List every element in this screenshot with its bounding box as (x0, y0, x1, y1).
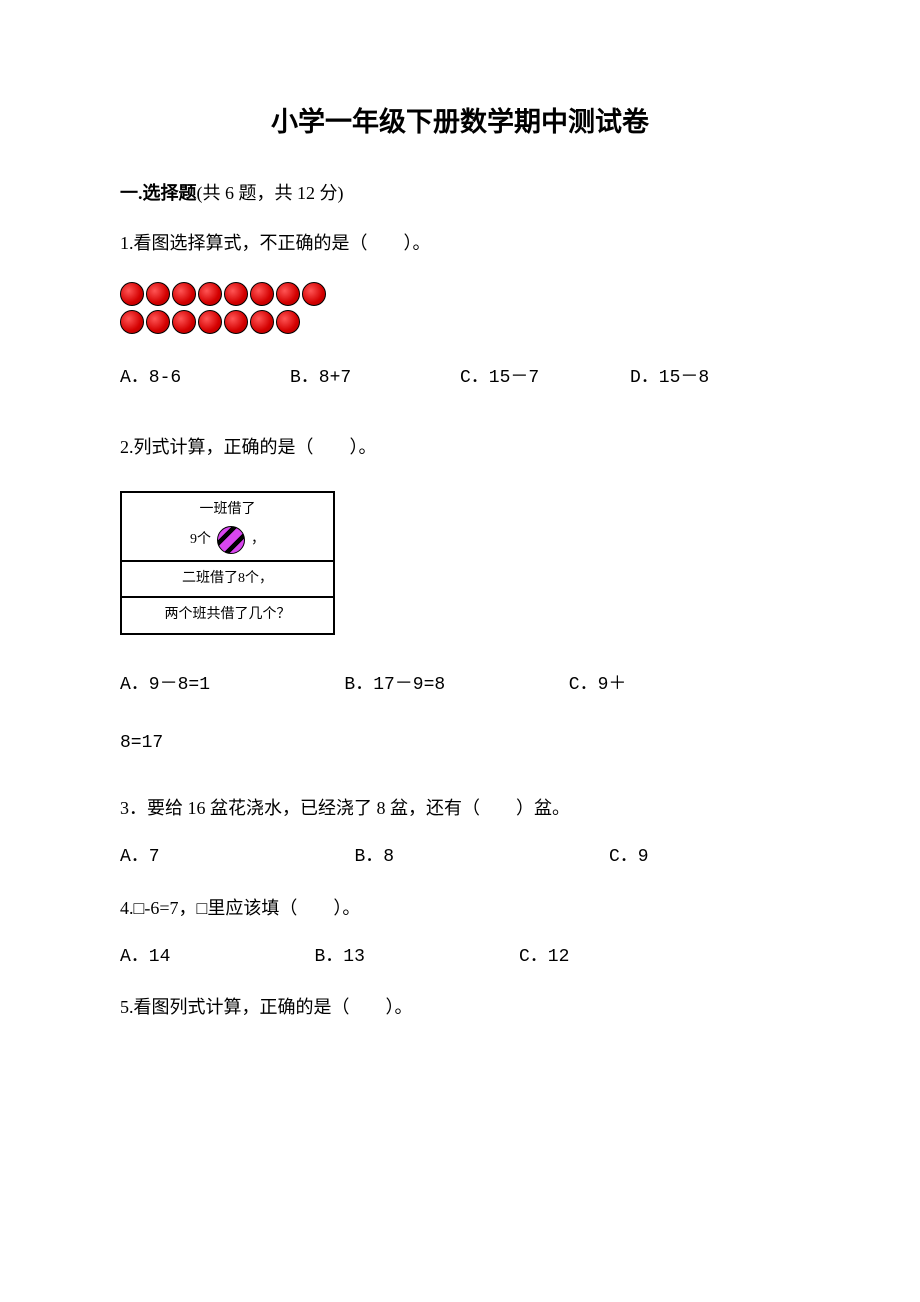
question-1: 1.看图选择算式，不正确的是（ ）。 A．8-6 B．8+7 C．15－7 D．… (120, 229, 800, 393)
red-dot-icon (198, 282, 222, 306)
q2-options: A．9－8=1 B．17－9=8 C．9＋ (120, 671, 800, 700)
q5-text: 5.看图列式计算，正确的是（ ）。 (120, 993, 800, 1022)
q1-opt-c: C．15－7 (460, 364, 630, 393)
q1-figure (120, 282, 800, 334)
red-dot-icon (198, 310, 222, 334)
q3-opt-c: C．9 (609, 843, 649, 872)
question-2: 2.列式计算，正确的是（ ）。 一班借了 9个 ， 二班借了8个， 两个班共借了… (120, 433, 800, 759)
q2-opt-a: A．9－8=1 (120, 671, 344, 700)
question-5: 5.看图列式计算，正确的是（ ）。 (120, 993, 800, 1022)
red-dot-icon (120, 282, 144, 306)
q2-opt-b: B．17－9=8 (344, 671, 568, 700)
q1-opt-b: B．8+7 (290, 364, 460, 393)
q4-opt-c: C．12 (519, 943, 569, 972)
section-1-label: 一.选择题 (120, 183, 197, 203)
red-dot-icon (302, 282, 326, 306)
q2-box-mid: 二班借了8个， (122, 562, 333, 598)
ball-icon (217, 526, 245, 554)
q1-options: A．8-6 B．8+7 C．15－7 D．15－8 (120, 364, 800, 393)
question-4: 4.□-6=7，□里应该填（ ）。 A．14 B．13 C．12 (120, 894, 800, 972)
red-dot-icon (120, 310, 144, 334)
exam-page: 小学一年级下册数学期中测试卷 一.选择题(共 6 题，共 12 分) 1.看图选… (0, 0, 920, 1302)
red-dot-icon (276, 282, 300, 306)
red-dot-icon (172, 282, 196, 306)
section-1-meta: (共 6 题，共 12 分) (197, 183, 344, 203)
red-dot-icon (172, 310, 196, 334)
q2-opt-c-cont: 8=17 (120, 729, 800, 758)
q2-text: 2.列式计算，正确的是（ ）。 (120, 433, 800, 462)
q2-box-top-line2: 9个 ， (130, 526, 325, 554)
q1-opt-d: D．15－8 (630, 364, 800, 393)
q1-dots-row2 (120, 310, 800, 334)
q3-opt-a: A．7 (120, 843, 350, 872)
q2-figure: 一班借了 9个 ， 二班借了8个， 两个班共借了几个？ (120, 491, 800, 634)
q2-comma: ， (251, 529, 265, 551)
q2-box-bot: 两个班共借了几个？ (122, 598, 333, 632)
q4-options: A．14 B．13 C．12 (120, 941, 800, 972)
q4-text: 4.□-6=7，□里应该填（ ）。 (120, 894, 800, 923)
red-dot-icon (224, 282, 248, 306)
red-dot-icon (250, 310, 274, 334)
red-dot-icon (224, 310, 248, 334)
q2-opt-c: C．9＋ (569, 671, 793, 700)
q2-box-top-line1: 一班借了 (130, 499, 325, 521)
q4-opt-a: A．14 (120, 943, 310, 972)
q3-options: A．7 B．8 C．9 (120, 841, 800, 872)
question-3: 3．要给 16 盆花浇水，已经浇了 8 盆，还有（ ）盆。 A．7 B．8 C．… (120, 794, 800, 872)
red-dot-icon (250, 282, 274, 306)
red-dot-icon (146, 310, 170, 334)
red-dot-icon (146, 282, 170, 306)
page-title: 小学一年级下册数学期中测试卷 (120, 100, 800, 139)
q3-opt-b: B．8 (355, 843, 605, 872)
q3-text: 3．要给 16 盆花浇水，已经浇了 8 盆，还有（ ）盆。 (120, 794, 800, 823)
q2-count: 9个 (190, 529, 211, 551)
q4-opt-b: B．13 (315, 943, 515, 972)
q1-opt-a: A．8-6 (120, 364, 290, 393)
q2-box-top: 一班借了 9个 ， (122, 493, 333, 561)
q2-box: 一班借了 9个 ， 二班借了8个， 两个班共借了几个？ (120, 491, 335, 634)
q1-text: 1.看图选择算式，不正确的是（ ）。 (120, 229, 800, 258)
q1-dots-row1 (120, 282, 800, 306)
section-1-header: 一.选择题(共 6 题，共 12 分) (120, 179, 800, 205)
red-dot-icon (276, 310, 300, 334)
